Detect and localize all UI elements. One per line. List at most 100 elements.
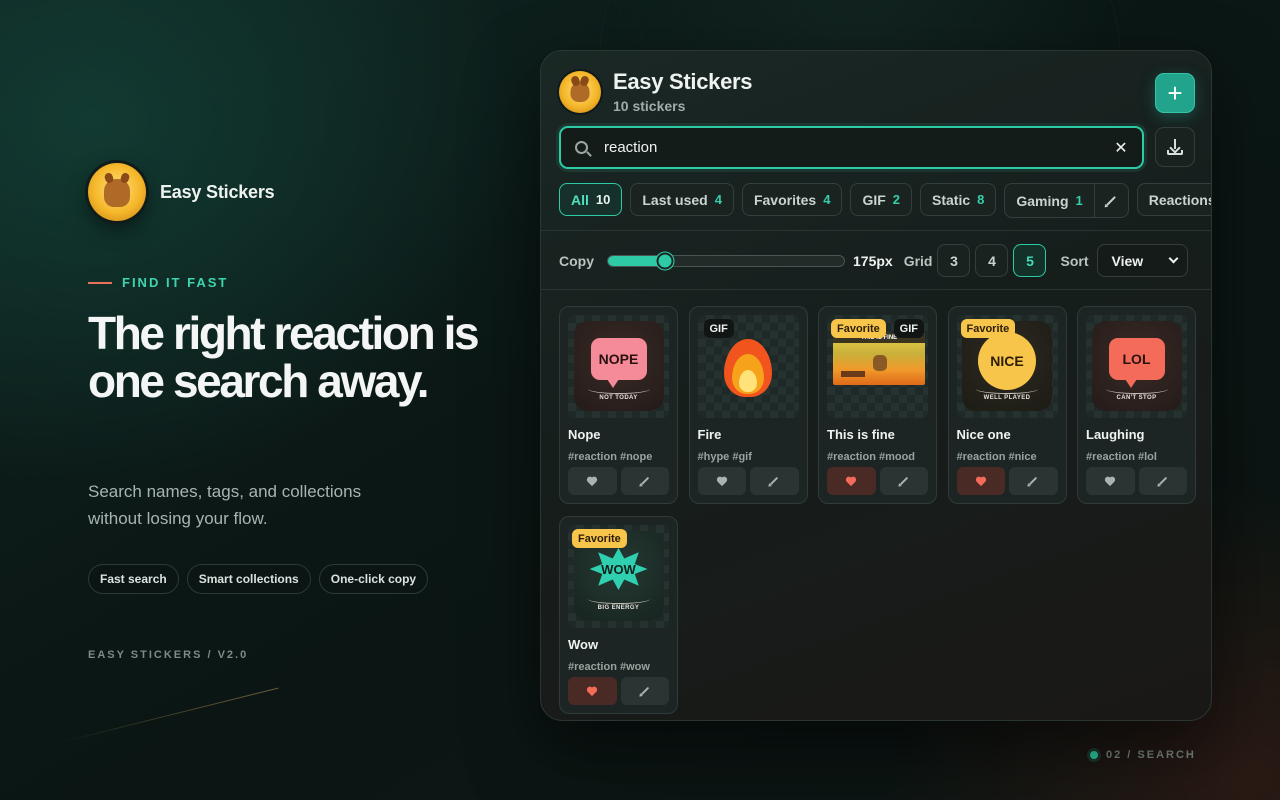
- favorite-button[interactable]: [956, 467, 1005, 495]
- filter-label: Reactions: [1148, 191, 1212, 208]
- edit-sticker-button[interactable]: [1138, 467, 1187, 495]
- favorite-button[interactable]: [568, 467, 617, 495]
- sticker-count: 10 stickers: [613, 98, 686, 114]
- sticker-caption: CAN'T STOP: [1116, 395, 1157, 401]
- app-logo-icon: [559, 70, 601, 113]
- sticker-tags: #reaction #wow: [568, 661, 650, 673]
- filter-count: 8: [977, 192, 985, 207]
- edit-collection-button[interactable]: [1093, 184, 1128, 217]
- sticker-card-laughing[interactable]: LOL CAN'T STOP Laughing #reaction #lol: [1077, 306, 1196, 504]
- sticker-name: Fire: [697, 427, 722, 442]
- filter-last-used[interactable]: Last used 4: [630, 183, 734, 216]
- sticker-thumbnail: GIF: [697, 315, 799, 418]
- favorite-button[interactable]: [568, 677, 617, 705]
- sticker-actions: [697, 467, 799, 495]
- filter-all[interactable]: All 10: [559, 183, 623, 216]
- gif-badge: GIF: [893, 319, 924, 338]
- divider: [541, 289, 1211, 290]
- grid-5-button[interactable]: 5: [1013, 244, 1047, 277]
- this-is-fine-image: THIS IS FINE: [833, 333, 925, 385]
- sticker-card-nope[interactable]: NOPE NOT TODAY Nope #reaction #nope: [559, 306, 678, 504]
- sort-label: Sort: [1060, 252, 1089, 269]
- hero-subtext: Search names, tags, and collections with…: [88, 482, 362, 528]
- copy-size-label: Copy: [559, 252, 594, 269]
- search-icon: [575, 141, 588, 154]
- pencil-icon: [1158, 476, 1167, 486]
- sticker-art-text: LOL: [1108, 338, 1165, 388]
- filter-gif[interactable]: GIF 2: [850, 183, 913, 216]
- edit-sticker-button[interactable]: [1009, 467, 1058, 495]
- decorative-line: [59, 687, 279, 743]
- sticker-art-text: NICE: [978, 332, 1036, 390]
- pencil-icon: [899, 476, 908, 486]
- slide-dot-icon: [1090, 751, 1098, 759]
- add-sticker-button[interactable]: +: [1155, 73, 1195, 113]
- sticker-thumbnail: LOL CAN'T STOP: [1086, 315, 1187, 418]
- app-header: Easy Stickers 10 stickers: [559, 69, 753, 114]
- filter-label: All: [571, 191, 589, 208]
- sticker-caption: BIG ENERGY: [597, 605, 640, 611]
- sticker-card-fire[interactable]: GIF Fire #hype #gif: [688, 306, 808, 504]
- search-box: ✕: [559, 126, 1144, 169]
- grid-4-button[interactable]: 4: [975, 244, 1009, 277]
- search-input[interactable]: [604, 139, 1114, 156]
- edit-sticker-button[interactable]: [879, 467, 928, 495]
- download-button[interactable]: [1155, 127, 1195, 167]
- version-label: EASY STICKERS / V2.0: [88, 649, 249, 661]
- favorite-button[interactable]: [697, 467, 746, 495]
- grid-3-button[interactable]: 3: [937, 244, 971, 277]
- sticker-card-wow[interactable]: WOW BIG ENERGY Favorite Wow #reaction #w…: [559, 516, 678, 714]
- edit-sticker-button[interactable]: [620, 467, 669, 495]
- filter-static[interactable]: Static 8: [920, 183, 997, 216]
- filter-gaming[interactable]: Gaming 1: [1005, 184, 1093, 217]
- feature-pills: Fast search Smart collections One-click …: [88, 564, 429, 594]
- sticker-tags: #reaction #nope: [568, 451, 653, 463]
- grid-label: Grid: [903, 252, 933, 269]
- filter-label: Static: [932, 191, 971, 208]
- sticker-actions: [956, 467, 1058, 495]
- pill-fast-search: Fast search: [88, 564, 179, 594]
- sticker-card-this-is-fine[interactable]: THIS IS FINE Favorite GIF This is fine #…: [818, 306, 937, 504]
- pencil-icon: [1106, 195, 1117, 206]
- filter-count: 4: [823, 192, 831, 207]
- sticker-thumbnail: NICE WELL PLAYED Favorite: [956, 315, 1058, 418]
- filter-reactions[interactable]: Reactions: [1136, 183, 1212, 216]
- favorite-button[interactable]: [1086, 467, 1135, 495]
- heart-icon: [976, 477, 986, 486]
- lol-sticker-image: LOL CAN'T STOP: [1091, 321, 1182, 411]
- brand-logo-icon: [88, 163, 146, 221]
- filter-chips: All 10 Last used 4 Favorites 4 GIF 2 Static 8…: [559, 183, 1212, 218]
- copy-size-value: 175px: [853, 252, 893, 269]
- sticker-grid: NOPE NOT TODAY Nope #reaction #nope GIF …: [559, 306, 1196, 714]
- sticker-tags: #hype #gif: [697, 451, 752, 463]
- filter-count: 1: [1075, 193, 1083, 208]
- filter-count: 10: [595, 192, 611, 207]
- favorite-button[interactable]: [827, 467, 876, 495]
- sticker-name: Wow: [568, 637, 599, 652]
- sort-select[interactable]: View: [1097, 244, 1189, 277]
- sticker-card-nice-one[interactable]: NICE WELL PLAYED Favorite Nice one #reac…: [947, 306, 1067, 504]
- copy-size-slider[interactable]: [607, 252, 845, 269]
- favorite-badge: Favorite: [572, 529, 627, 548]
- hero-kicker: FIND IT FAST: [88, 275, 228, 290]
- sticker-actions: [568, 467, 669, 495]
- edit-sticker-button[interactable]: [620, 677, 669, 705]
- edit-sticker-button[interactable]: [750, 467, 799, 495]
- nope-sticker-image: NOPE NOT TODAY: [573, 321, 664, 411]
- pencil-icon: [1029, 476, 1038, 486]
- sticker-art-text: WOW: [589, 548, 648, 590]
- sticker-actions: [827, 467, 928, 495]
- kicker-text: FIND IT FAST: [122, 275, 229, 290]
- filter-gaming-group: Gaming 1: [1004, 183, 1129, 218]
- heart-icon: [717, 477, 727, 486]
- filter-favorites[interactable]: Favorites 4: [741, 183, 843, 216]
- sticker-art-text: NOPE: [590, 338, 647, 388]
- slider-handle[interactable]: [656, 252, 674, 269]
- sticker-name: Laughing: [1086, 427, 1145, 442]
- hero-headline: The right reaction is one search away.: [88, 307, 480, 407]
- sticker-name: Nice one: [956, 427, 1011, 442]
- sticker-actions: [568, 677, 669, 705]
- clear-search-icon[interactable]: ✕: [1114, 138, 1128, 158]
- sticker-tags: #reaction #nice: [956, 451, 1037, 463]
- sticker-thumbnail: NOPE NOT TODAY: [568, 315, 669, 418]
